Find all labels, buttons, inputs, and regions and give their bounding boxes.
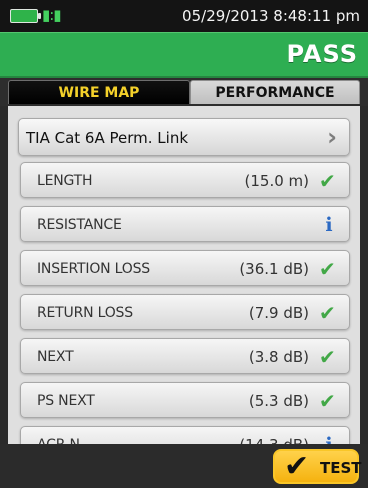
measurement-acr-n[interactable]: ACR-N (14.3 dB) i: [20, 426, 350, 444]
battery-icon: [10, 9, 41, 23]
pass-check-icon: ✔: [319, 345, 336, 369]
chevron-right-icon: ›: [327, 123, 337, 151]
tab-wire-map[interactable]: WIRE MAP: [8, 80, 190, 104]
test-button[interactable]: ✔ TEST: [273, 449, 362, 484]
info-icon: i: [323, 436, 335, 445]
plug-icon: ▮:▮: [42, 6, 62, 24]
pass-check-icon: ✔: [319, 301, 336, 325]
tab-performance[interactable]: PERFORMANCE: [190, 80, 360, 104]
measurement-return-loss[interactable]: RETURN LOSS (7.9 dB) ✔: [20, 294, 350, 330]
measurement-value: (7.9 dB): [248, 304, 309, 322]
measurement-insertion-loss[interactable]: INSERTION LOSS (36.1 dB) ✔: [20, 250, 350, 286]
measurement-name: PS NEXT: [37, 393, 95, 409]
pass-check-icon: ✔: [319, 257, 336, 281]
pass-check-icon: ✔: [319, 389, 336, 413]
measurement-name: LENGTH: [37, 173, 93, 189]
measurement-name: RESISTANCE: [37, 217, 122, 233]
measurement-name: RETURN LOSS: [37, 305, 133, 321]
tab-bar: WIRE MAP PERFORMANCE: [0, 78, 368, 106]
measurement-ps-next[interactable]: PS NEXT (5.3 dB) ✔: [20, 382, 350, 418]
checkmark-icon: ✔: [284, 449, 310, 484]
measurement-value: (15.0 m): [244, 172, 309, 190]
measurement-value: (14.3 dB): [239, 427, 309, 444]
measurement-name: INSERTION LOSS: [37, 261, 150, 277]
measurement-value: (5.3 dB): [248, 392, 309, 410]
result-status: PASS: [286, 40, 358, 68]
datetime: 05/29/2013 8:48:11 pm: [182, 7, 360, 25]
measurement-name: NEXT: [37, 349, 74, 365]
bottom-bar: ✔ TEST: [0, 444, 368, 488]
test-button-label: TEST: [320, 459, 362, 477]
status-bar: ▮:▮ 05/29/2013 8:48:11 pm: [0, 0, 368, 32]
measurement-value: (3.8 dB): [248, 348, 309, 366]
measurement-resistance[interactable]: RESISTANCE i: [20, 206, 350, 242]
measurement-length[interactable]: LENGTH (15.0 m) ✔: [20, 162, 350, 198]
pass-check-icon: ✔: [319, 169, 336, 193]
test-limit-label: TIA Cat 6A Perm. Link: [26, 129, 189, 147]
test-limit-button[interactable]: TIA Cat 6A Perm. Link ›: [18, 118, 350, 156]
results-list[interactable]: TIA Cat 6A Perm. Link › LENGTH (15.0 m) …: [8, 106, 360, 444]
result-bar: PASS: [0, 32, 368, 78]
measurement-next[interactable]: NEXT (3.8 dB) ✔: [20, 338, 350, 374]
measurement-value: (36.1 dB): [239, 260, 309, 278]
measurement-name: ACR-N: [37, 427, 80, 444]
info-icon: i: [325, 214, 333, 236]
